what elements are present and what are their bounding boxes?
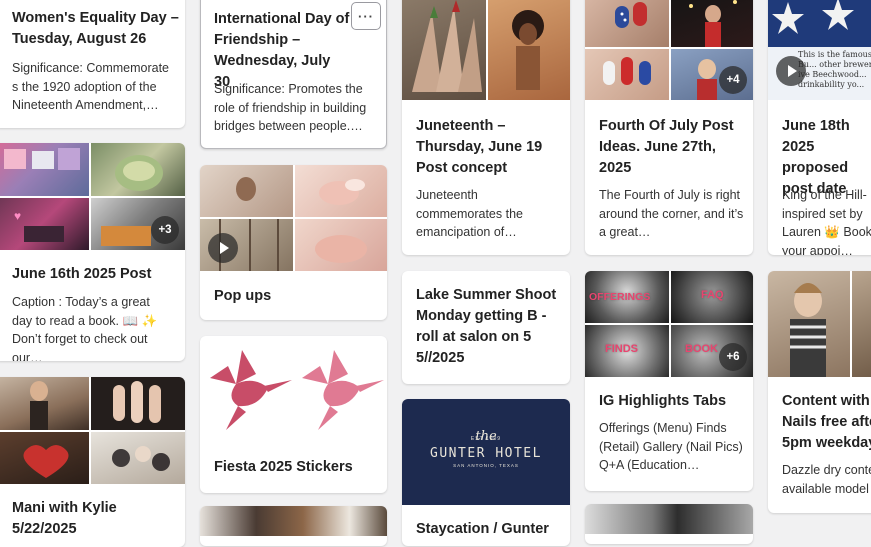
- thumbnail-image: [200, 219, 293, 271]
- card-title: Juneteenth – Thursday, June 19 Post conc…: [416, 118, 543, 176]
- thumbnail-image: [402, 0, 486, 100]
- card-description: Significance: Promotes the role of frien…: [214, 82, 367, 133]
- card-title: Lake Summer Shoot Monday getting B - rol…: [416, 287, 557, 366]
- thumbnail-image: [671, 0, 753, 47]
- card-ig-highlights[interactable]: OFFERINGS FAQ FINDS BOOK +6 IG Highlight…: [585, 271, 753, 491]
- card-pop-ups[interactable]: Pop ups: [200, 165, 387, 320]
- thumbnail-image: +4: [671, 49, 753, 100]
- card-juneteenth[interactable]: Juneteenth – Thursday, June 19 Post conc…: [402, 0, 570, 255]
- thumbnail-grid: [200, 165, 387, 271]
- more-images-badge: +6: [719, 343, 747, 371]
- card-title: IG Highlights Tabs: [599, 393, 727, 409]
- card-description: Juneteenth commemorates the emancipation…: [416, 188, 523, 239]
- card-june-18[interactable]: This is the famous Bu... other brewer...…: [768, 0, 871, 255]
- card-mani-kylie[interactable]: Mani with Kylie 5/22/2025: [0, 377, 185, 547]
- thumbnail-image: [0, 143, 89, 196]
- card-title: Content with Nails free after 5pm weekda…: [782, 393, 871, 451]
- thumbnail-image: [585, 49, 669, 100]
- thumbnail-image: [91, 432, 185, 484]
- card-description: Caption : Today’s a great day to read a …: [12, 295, 158, 361]
- thumbnail-image: [585, 504, 753, 534]
- card-description: Offerings (Menu) Finds (Retail) Gallery …: [599, 421, 743, 472]
- card-title: Women's Equality Day – Tuesday, August 2…: [12, 10, 179, 47]
- card-description: Significance: Commemorate s the 1920 ado…: [12, 61, 170, 112]
- card-description: King of the Hill-inspired set by Lauren …: [782, 188, 871, 255]
- more-images-badge: +4: [719, 66, 747, 94]
- thumbnail-image: ♥: [0, 198, 89, 250]
- card-title: Pop ups: [214, 288, 272, 304]
- thumbnail-grid: ♥ +3: [0, 143, 185, 250]
- thumbnail-image: [768, 271, 850, 377]
- highlight-label: FINDS: [605, 343, 638, 355]
- card-womens-equality[interactable]: Women's Equality Day – Tuesday, August 2…: [0, 0, 185, 128]
- card-bottom-thumbs[interactable]: [585, 504, 753, 544]
- card-friendship-day[interactable]: ··· International Day of Friendship – We…: [200, 0, 387, 149]
- thumbnail-image: [488, 0, 570, 100]
- thumbnail-grid: +4: [585, 0, 753, 100]
- card-title: June 16th 2025 Post: [12, 266, 152, 282]
- thumbnail-image: BOOK +6: [671, 325, 753, 377]
- play-icon[interactable]: [208, 233, 238, 263]
- card-fourth-of-july[interactable]: +4 Fourth Of July Post Ideas. June 27th,…: [585, 0, 753, 255]
- card-description: The Fourth of July is right around the c…: [599, 188, 744, 239]
- logo-city: SAN ANTONIO, TEXAS: [453, 463, 519, 468]
- highlight-label: OFFERINGS: [589, 291, 651, 303]
- thumbnail-grid: [402, 0, 570, 100]
- thumbnail-image: [0, 432, 89, 484]
- card-title: Fourth Of July Post Ideas. June 27th, 20…: [599, 118, 734, 176]
- thumbnail-image: [0, 377, 89, 430]
- thumbnail-image: FAQ: [671, 271, 753, 323]
- play-icon[interactable]: [776, 56, 806, 86]
- card-june-16[interactable]: ♥ +3 June 16th 2025 Post Caption : Today…: [0, 143, 185, 361]
- thumbnail-image: [200, 165, 293, 217]
- svg-text:♥: ♥: [14, 209, 21, 223]
- highlight-label: FAQ: [701, 289, 724, 301]
- thumbnail-image: +3: [91, 198, 185, 250]
- hummingbird-sticker-image: [200, 336, 387, 446]
- card-title: Mani with Kylie 5/22/2025: [12, 500, 117, 537]
- logo-the: the: [475, 429, 497, 444]
- thumbnail-image: [295, 219, 387, 271]
- logo-name: GUNTER HOTEL: [430, 446, 542, 461]
- card-title: Fiesta 2025 Stickers: [214, 459, 353, 475]
- thumbnail-image: [585, 0, 669, 47]
- thumbnail-image: [295, 165, 387, 217]
- card-description: Dazzle dry content available model: [782, 463, 871, 496]
- highlight-label: BOOK: [685, 343, 718, 355]
- thumbnail-image: [852, 271, 871, 377]
- more-images-badge: +3: [151, 216, 179, 244]
- thumbnail-image: [91, 377, 185, 430]
- gunter-hotel-logo-image: EST 1909 the GUNTER HOTEL SAN ANTONIO, T…: [402, 399, 570, 505]
- thumbnail-image: OFFERINGS: [585, 271, 669, 323]
- thumbnail-image: This is the famous Bu... other brewer...…: [768, 0, 871, 100]
- card-bottom-thumbs[interactable]: [200, 506, 387, 546]
- card-title: Staycation / Gunter: [416, 521, 549, 537]
- thumbnail-image: FINDS: [585, 325, 669, 377]
- thumbnail-grid: OFFERINGS FAQ FINDS BOOK +6: [585, 271, 753, 377]
- thumbnail-grid: [768, 271, 871, 377]
- more-options-icon[interactable]: ···: [351, 2, 381, 30]
- card-gunter[interactable]: EST 1909 the GUNTER HOTEL SAN ANTONIO, T…: [402, 399, 570, 546]
- card-lake-summer[interactable]: Lake Summer Shoot Monday getting B - rol…: [402, 271, 570, 384]
- thumbnail-grid: [0, 377, 185, 484]
- thumbnail-image: [91, 143, 185, 196]
- card-fiesta-stickers[interactable]: Fiesta 2025 Stickers: [200, 336, 387, 493]
- card-content-free[interactable]: Content with Nails free after 5pm weekda…: [768, 271, 871, 513]
- thumbnail-image: [200, 506, 387, 536]
